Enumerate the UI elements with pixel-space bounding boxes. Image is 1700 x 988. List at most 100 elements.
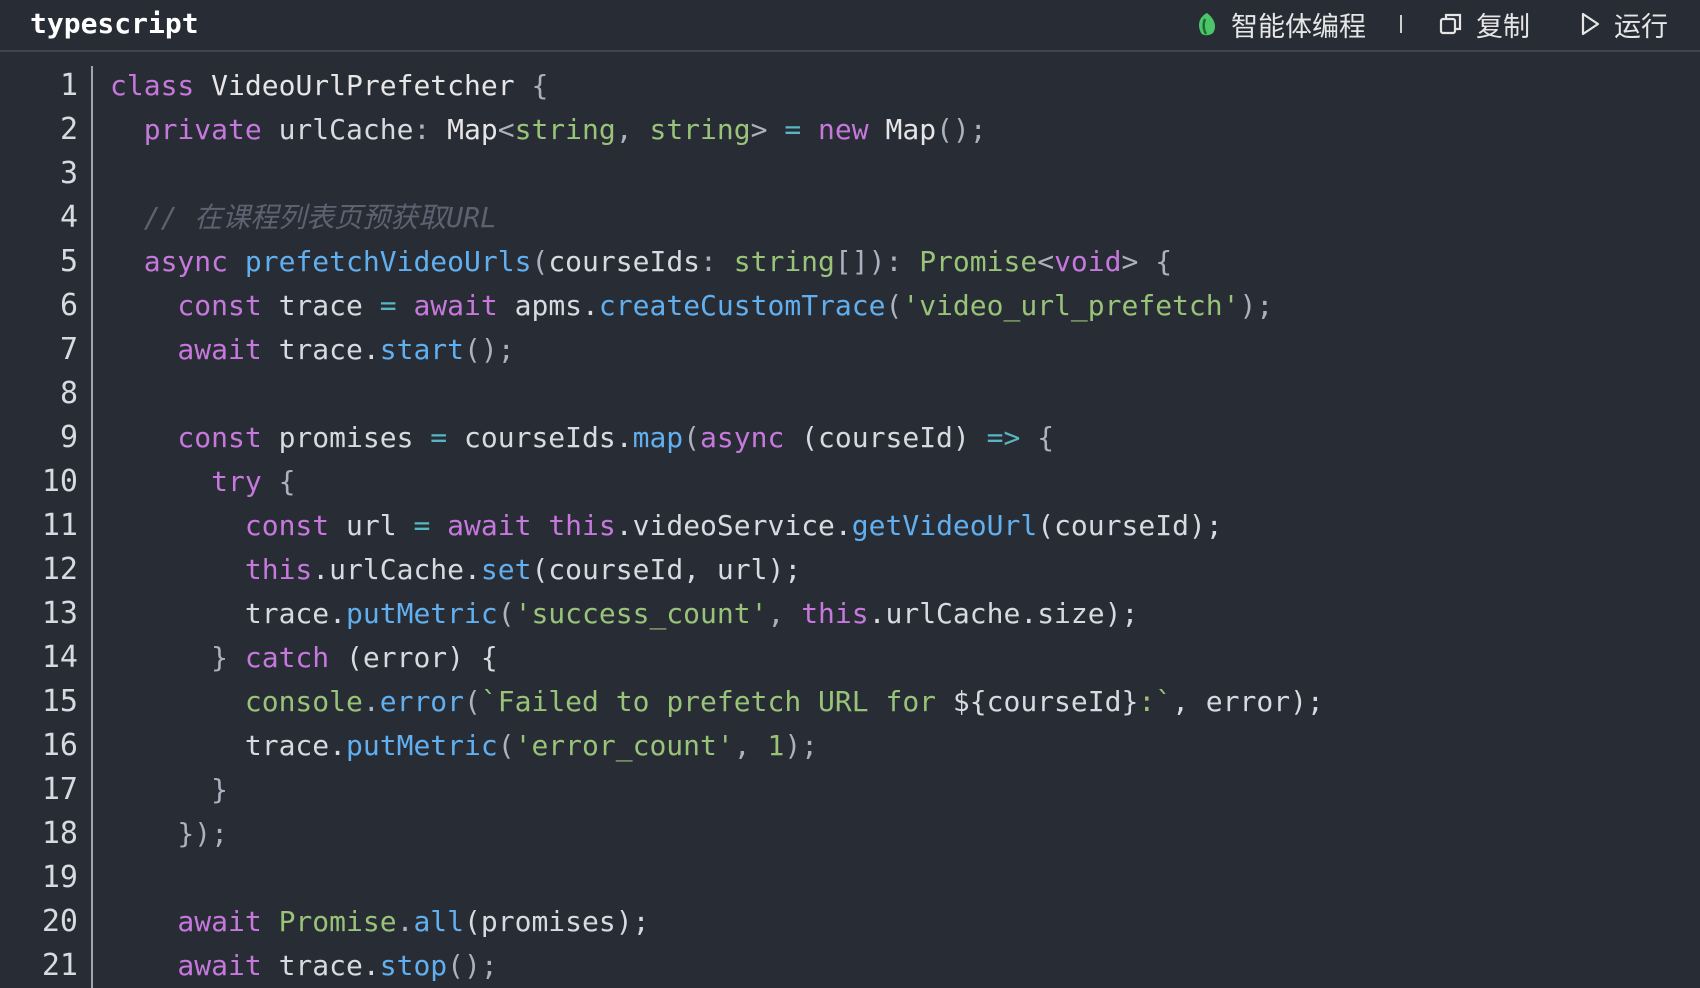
- code-block: typescript 智能体编程 复制 运行 1 2 3 4 5 6 7 8 9…: [0, 0, 1700, 988]
- code-token: Map: [868, 113, 937, 146]
- code-token: (error) {: [329, 641, 498, 674]
- code-token: const: [110, 421, 262, 454]
- line-number: 13: [41, 596, 78, 631]
- code-token: 'error_count': [514, 729, 734, 762]
- code-line: async prefetchVideoUrls(courseIds: strin…: [110, 240, 1680, 284]
- code-token: }: [110, 773, 229, 806]
- copy-label: 复制: [1476, 11, 1530, 43]
- code-content[interactable]: class VideoUrlPrefetcher { private urlCa…: [110, 64, 1680, 988]
- line-number: 5: [59, 244, 78, 279]
- code-token: urlCache: [261, 113, 414, 146]
- code-token: .urlCache.size);: [868, 597, 1139, 630]
- code-token: new: [801, 113, 869, 146]
- code-token: (courseId): [784, 421, 987, 454]
- code-token: VideoUrlPrefetcher: [194, 69, 532, 102]
- code-token: :: [413, 113, 448, 146]
- line-number: 20: [41, 904, 78, 939]
- code-token: trace.: [261, 333, 380, 366]
- code-token: set: [480, 553, 532, 586]
- code-token: Map: [447, 113, 498, 146]
- code-token: (: [531, 245, 549, 278]
- code-line: await trace.stop();: [110, 944, 1680, 988]
- code-token: createCustomTrace: [598, 289, 886, 322]
- code-token: (: [464, 685, 481, 718]
- code-token: await: [110, 905, 262, 938]
- line-number: 14: [41, 640, 78, 675]
- code-token: this: [110, 553, 313, 586]
- copy-button[interactable]: 复制: [1438, 5, 1530, 44]
- code-token: .: [362, 685, 380, 718]
- line-number: 12: [41, 552, 78, 587]
- line-number: 16: [41, 728, 78, 763]
- agent-coding-label: 智能体编程: [1231, 11, 1366, 43]
- code-token: this: [531, 509, 616, 542]
- code-token: {: [261, 465, 296, 498]
- code-token: string: [514, 113, 616, 146]
- play-icon: [1578, 11, 1602, 37]
- code-token: .videoService.: [615, 509, 852, 542]
- code-token: []):: [834, 245, 920, 278]
- code-token: >: [750, 113, 785, 146]
- agent-coding-button[interactable]: 智能体编程: [1195, 5, 1366, 44]
- code-editor[interactable]: 1 2 3 4 5 6 7 8 9 10 11 12 13 14 15 16 17 18 19 20 21 class …: [0, 52, 1700, 988]
- code-line: const url = await this.videoService.getV…: [110, 504, 1680, 548]
- code-line: }: [110, 768, 1680, 812]
- code-token: await: [430, 509, 532, 542]
- header-divider: [1400, 15, 1402, 33]
- code-line: trace.putMetric('success_count', this.ur…: [110, 592, 1680, 636]
- code-token: :`: [1138, 685, 1173, 718]
- code-token: ,: [733, 729, 768, 762]
- code-token: ${courseId}: [952, 685, 1139, 718]
- code-token: {: [531, 69, 549, 102]
- code-line: const trace = await apms.createCustomTra…: [110, 284, 1680, 328]
- leaf-icon: [1195, 11, 1219, 37]
- code-line: // 在课程列表页预获取URL: [110, 196, 1680, 240]
- code-token: apms.: [497, 289, 599, 322]
- line-number: 21: [41, 948, 78, 983]
- code-line: ​: [110, 372, 1680, 416]
- code-token: const: [110, 509, 330, 542]
- copy-icon: [1438, 11, 1464, 37]
- line-number: 4: [59, 200, 78, 235]
- code-line: console.error(`Failed to prefetch URL fo…: [110, 680, 1680, 724]
- code-token: (: [497, 729, 515, 762]
- code-line: trace.putMetric('error_count', 1);: [110, 724, 1680, 768]
- code-token: this: [801, 597, 869, 630]
- code-token: }: [110, 641, 245, 674]
- line-number-gutter: 1 2 3 4 5 6 7 8 9 10 11 12 13 14 15 16 17 18 19 20 21: [0, 64, 78, 988]
- code-token: :: [700, 245, 734, 278]
- code-token: trace: [261, 289, 380, 322]
- code-token: private: [110, 113, 262, 146]
- code-line: private urlCache: Map<string, string> = …: [110, 108, 1680, 152]
- code-token: {: [1020, 421, 1055, 454]
- code-line: } catch (error) {: [110, 636, 1680, 680]
- line-number: 17: [41, 772, 78, 807]
- code-token: trace.: [261, 949, 380, 982]
- code-token: await: [110, 333, 262, 366]
- code-token: putMetric: [346, 597, 498, 630]
- code-token: .: [396, 905, 414, 938]
- code-token: , error);: [1172, 685, 1324, 718]
- code-token: (: [497, 597, 515, 630]
- code-token: console: [110, 685, 363, 718]
- code-token: );: [784, 729, 819, 762]
- code-token: (: [885, 289, 903, 322]
- code-token: Promise: [919, 245, 1038, 278]
- code-token: (: [683, 421, 701, 454]
- code-line: class VideoUrlPrefetcher {: [110, 64, 1680, 108]
- code-token: ();: [447, 949, 498, 982]
- line-number: 18: [41, 816, 78, 851]
- code-token: string: [733, 245, 835, 278]
- code-token: (courseId);: [1037, 509, 1223, 542]
- code-token: });: [110, 817, 229, 850]
- code-line: await trace.start();: [110, 328, 1680, 372]
- code-line: try {: [110, 460, 1680, 504]
- code-token: );: [1239, 289, 1274, 322]
- line-number: 1: [59, 68, 78, 103]
- line-number: 19: [41, 860, 78, 895]
- code-token: ();: [936, 113, 987, 146]
- line-number: 7: [59, 332, 78, 367]
- code-token: stop: [379, 949, 448, 982]
- run-button[interactable]: 运行: [1578, 5, 1668, 44]
- code-token: string: [649, 113, 751, 146]
